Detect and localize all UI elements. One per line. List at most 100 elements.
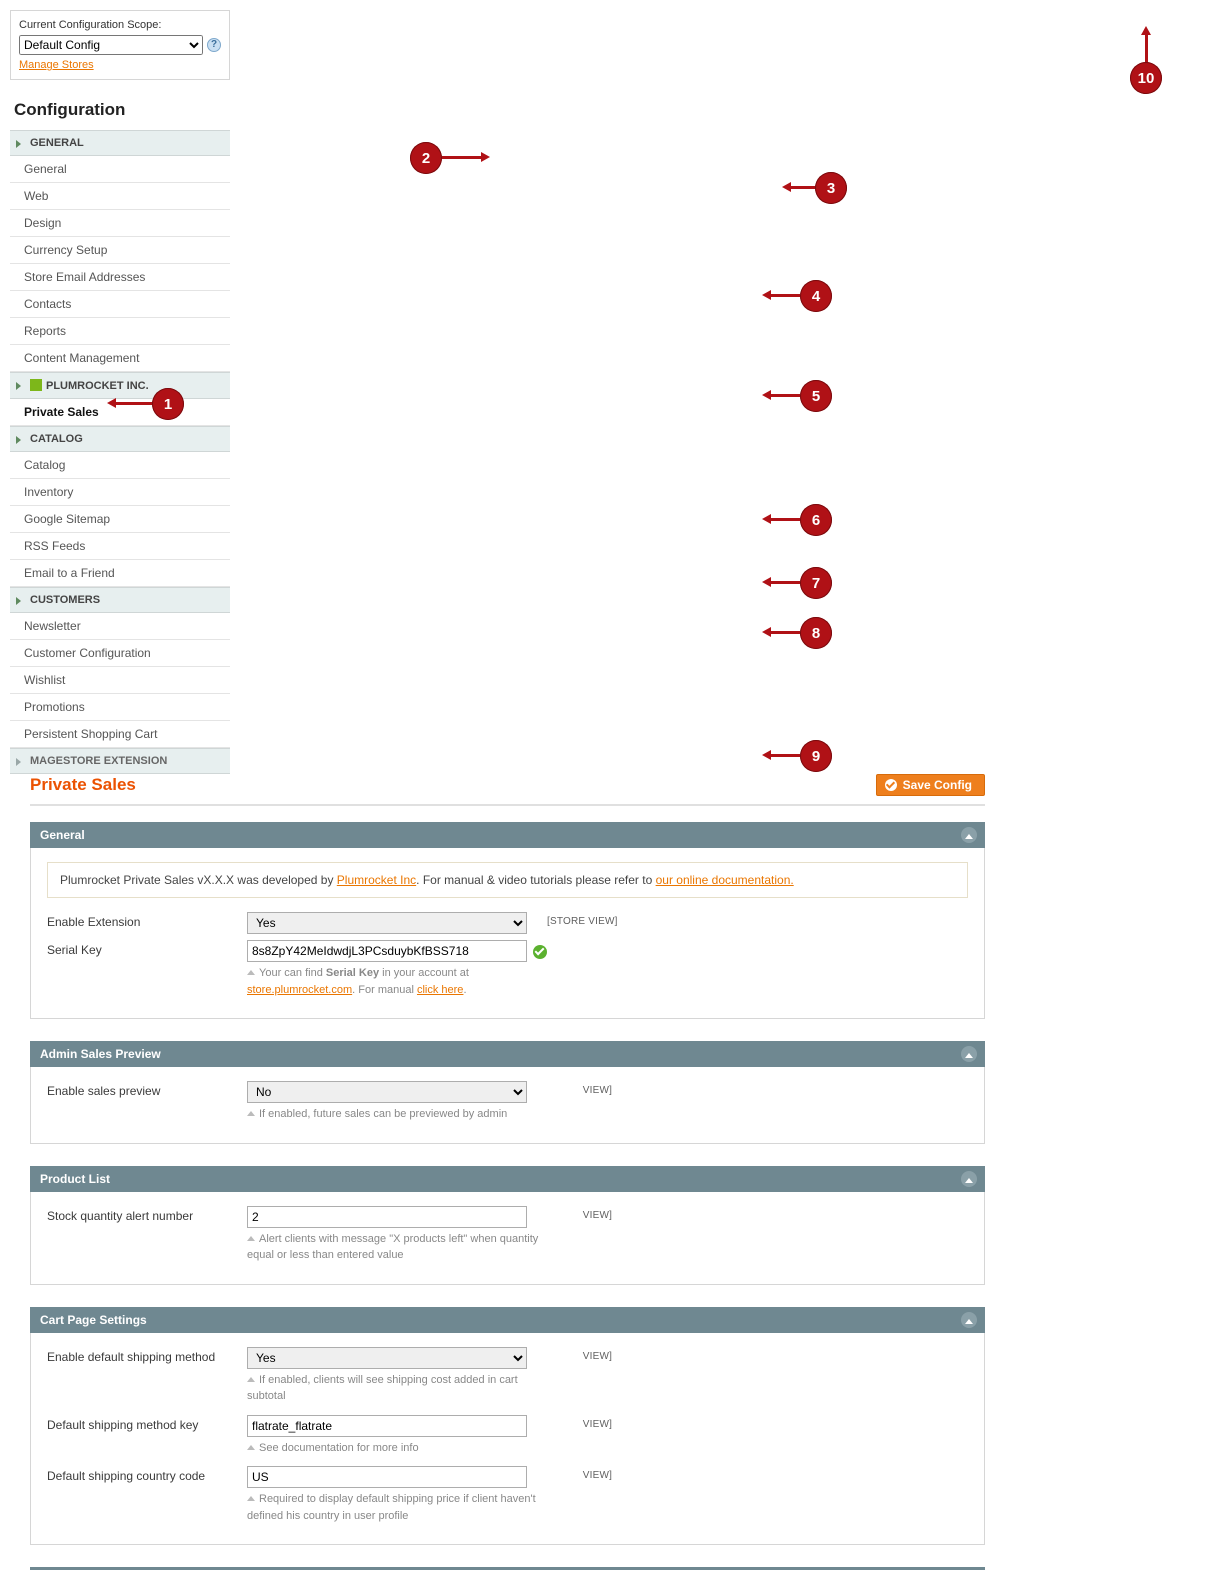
- serial-key-input[interactable]: [247, 940, 527, 962]
- fieldset-head-admin-preview[interactable]: Admin Sales Preview: [30, 1041, 985, 1067]
- nav-item[interactable]: Reports: [10, 318, 230, 345]
- nav-item[interactable]: Promotions: [10, 694, 230, 721]
- help-icon[interactable]: ?: [207, 38, 221, 52]
- configuration-heading: Configuration: [14, 100, 230, 120]
- scope-select[interactable]: Default Config: [19, 35, 203, 55]
- nav-item[interactable]: Web: [10, 183, 230, 210]
- annotation-badge-8: 8: [800, 617, 832, 649]
- annotation-arrow: [770, 581, 800, 584]
- enable-shipping-label: Enable default shipping method: [47, 1347, 247, 1364]
- nav-item[interactable]: Email to a Friend: [10, 560, 230, 587]
- enable-extension-select[interactable]: Yes: [247, 912, 527, 934]
- enable-extension-label: Enable Extension: [47, 912, 247, 929]
- enable-preview-label: Enable sales preview: [47, 1081, 247, 1098]
- plumrocket-link[interactable]: Plumrocket Inc: [337, 873, 416, 887]
- nav-section-plumrocket[interactable]: PLUMROCKET INC.: [10, 372, 230, 399]
- nav-item[interactable]: Google Sitemap: [10, 506, 230, 533]
- fieldset-head-boutique[interactable]: Boutique Settings: [30, 1567, 985, 1570]
- nav-section-catalog[interactable]: CATALOG: [10, 426, 230, 452]
- serial-hint: Your can find Serial Key in your account…: [247, 965, 547, 998]
- fieldset-boutique: Boutique Settings When Boutique/Product …: [30, 1567, 985, 1570]
- shipping-key-hint: See documentation for more info: [247, 1440, 547, 1457]
- annotation-arrow: [770, 394, 800, 397]
- manual-link[interactable]: click here: [417, 984, 463, 996]
- annotation-arrow: [770, 631, 800, 634]
- fieldset-admin-preview: Admin Sales Preview Enable sales preview…: [30, 1041, 985, 1144]
- shipping-key-label: Default shipping method key: [47, 1415, 247, 1432]
- annotation-badge-7: 7: [800, 567, 832, 599]
- annotation-badge-5: 5: [800, 380, 832, 412]
- divider: [30, 804, 985, 806]
- fieldset-product-list: Product List Stock quantity alert number…: [30, 1166, 985, 1285]
- shipping-country-label: Default shipping country code: [47, 1466, 247, 1483]
- collapse-icon[interactable]: [961, 1046, 977, 1062]
- fieldset-general: General Plumrocket Private Sales vX.X.X …: [30, 822, 985, 1019]
- nav-item[interactable]: Contacts: [10, 291, 230, 318]
- scope-hint: [STORE VIEW]: [547, 912, 667, 927]
- annotation-badge-3: 3: [815, 172, 847, 204]
- stock-hint: Alert clients with message "X products l…: [247, 1231, 547, 1264]
- annotation-badge-9: 9: [800, 740, 832, 772]
- annotation-badge-10: 10: [1130, 62, 1162, 94]
- collapse-icon[interactable]: [961, 1171, 977, 1187]
- nav-item[interactable]: General: [10, 156, 230, 183]
- annotation-badge-6: 6: [800, 504, 832, 536]
- nav-item[interactable]: Design: [10, 210, 230, 237]
- nav-item[interactable]: RSS Feeds: [10, 533, 230, 560]
- annotation-arrow: [770, 754, 800, 757]
- nav-item[interactable]: Currency Setup: [10, 237, 230, 264]
- nav-item[interactable]: Catalog: [10, 452, 230, 479]
- annotation-arrow: [770, 518, 800, 521]
- check-icon: [885, 779, 897, 791]
- plumrocket-logo-icon: [30, 379, 42, 391]
- page-title: Private Sales: [30, 775, 136, 795]
- annotation-arrow: [790, 186, 816, 189]
- collapse-icon[interactable]: [961, 827, 977, 843]
- nav-section-general[interactable]: GENERAL: [10, 130, 230, 156]
- nav-section-customers[interactable]: CUSTOMERS: [10, 587, 230, 613]
- nav-section-magestore[interactable]: MAGESTORE EXTENSION: [10, 748, 230, 774]
- valid-icon: [533, 945, 547, 959]
- scope-hint: VIEW]: [547, 1466, 667, 1481]
- nav-item[interactable]: Inventory: [10, 479, 230, 506]
- serial-key-label: Serial Key: [47, 940, 247, 957]
- annotation-badge-4: 4: [800, 280, 832, 312]
- stock-alert-label: Stock quantity alert number: [47, 1206, 247, 1223]
- nav-item[interactable]: Store Email Addresses: [10, 264, 230, 291]
- preview-hint: If enabled, future sales can be previewe…: [247, 1106, 547, 1123]
- collapse-icon[interactable]: [961, 1312, 977, 1328]
- scope-hint: VIEW]: [547, 1206, 667, 1221]
- fieldset-head-product-list[interactable]: Product List: [30, 1166, 985, 1192]
- documentation-link[interactable]: our online documentation.: [656, 873, 794, 887]
- scope-label: Current Configuration Scope:: [19, 19, 221, 31]
- scope-hint: VIEW]: [547, 1081, 667, 1096]
- manage-stores-link[interactable]: Manage Stores: [19, 59, 94, 71]
- annotation-badge-1: 1: [152, 388, 184, 420]
- scope-hint: VIEW]: [547, 1415, 667, 1430]
- enable-shipping-hint: If enabled, clients will see shipping co…: [247, 1372, 547, 1405]
- enable-preview-select[interactable]: No: [247, 1081, 527, 1103]
- nav-item[interactable]: Persistent Shopping Cart: [10, 721, 230, 748]
- store-link[interactable]: store.plumrocket.com: [247, 984, 352, 996]
- stock-alert-input[interactable]: [247, 1206, 527, 1228]
- annotation-arrow: [1145, 34, 1148, 64]
- fieldset-cart: Cart Page Settings Enable default shippi…: [30, 1307, 985, 1546]
- fieldset-head-general[interactable]: General: [30, 822, 985, 848]
- shipping-country-hint: Required to display default shipping pri…: [247, 1491, 547, 1524]
- nav-item[interactable]: Wishlist: [10, 667, 230, 694]
- shipping-key-input[interactable]: [247, 1415, 527, 1437]
- annotation-arrow: [442, 156, 482, 159]
- enable-shipping-select[interactable]: Yes: [247, 1347, 527, 1369]
- save-config-button[interactable]: Save Config: [876, 774, 985, 796]
- annotation-arrow: [115, 402, 153, 405]
- fieldset-head-cart[interactable]: Cart Page Settings: [30, 1307, 985, 1333]
- info-box: Plumrocket Private Sales vX.X.X was deve…: [47, 862, 968, 898]
- nav-item[interactable]: Content Management: [10, 345, 230, 372]
- scope-box: Current Configuration Scope: Default Con…: [10, 10, 230, 80]
- annotation-arrow: [770, 294, 800, 297]
- shipping-country-input[interactable]: [247, 1466, 527, 1488]
- nav-item[interactable]: Customer Configuration: [10, 640, 230, 667]
- nav-item[interactable]: Newsletter: [10, 613, 230, 640]
- annotation-badge-2: 2: [410, 142, 442, 174]
- scope-hint: VIEW]: [547, 1347, 667, 1362]
